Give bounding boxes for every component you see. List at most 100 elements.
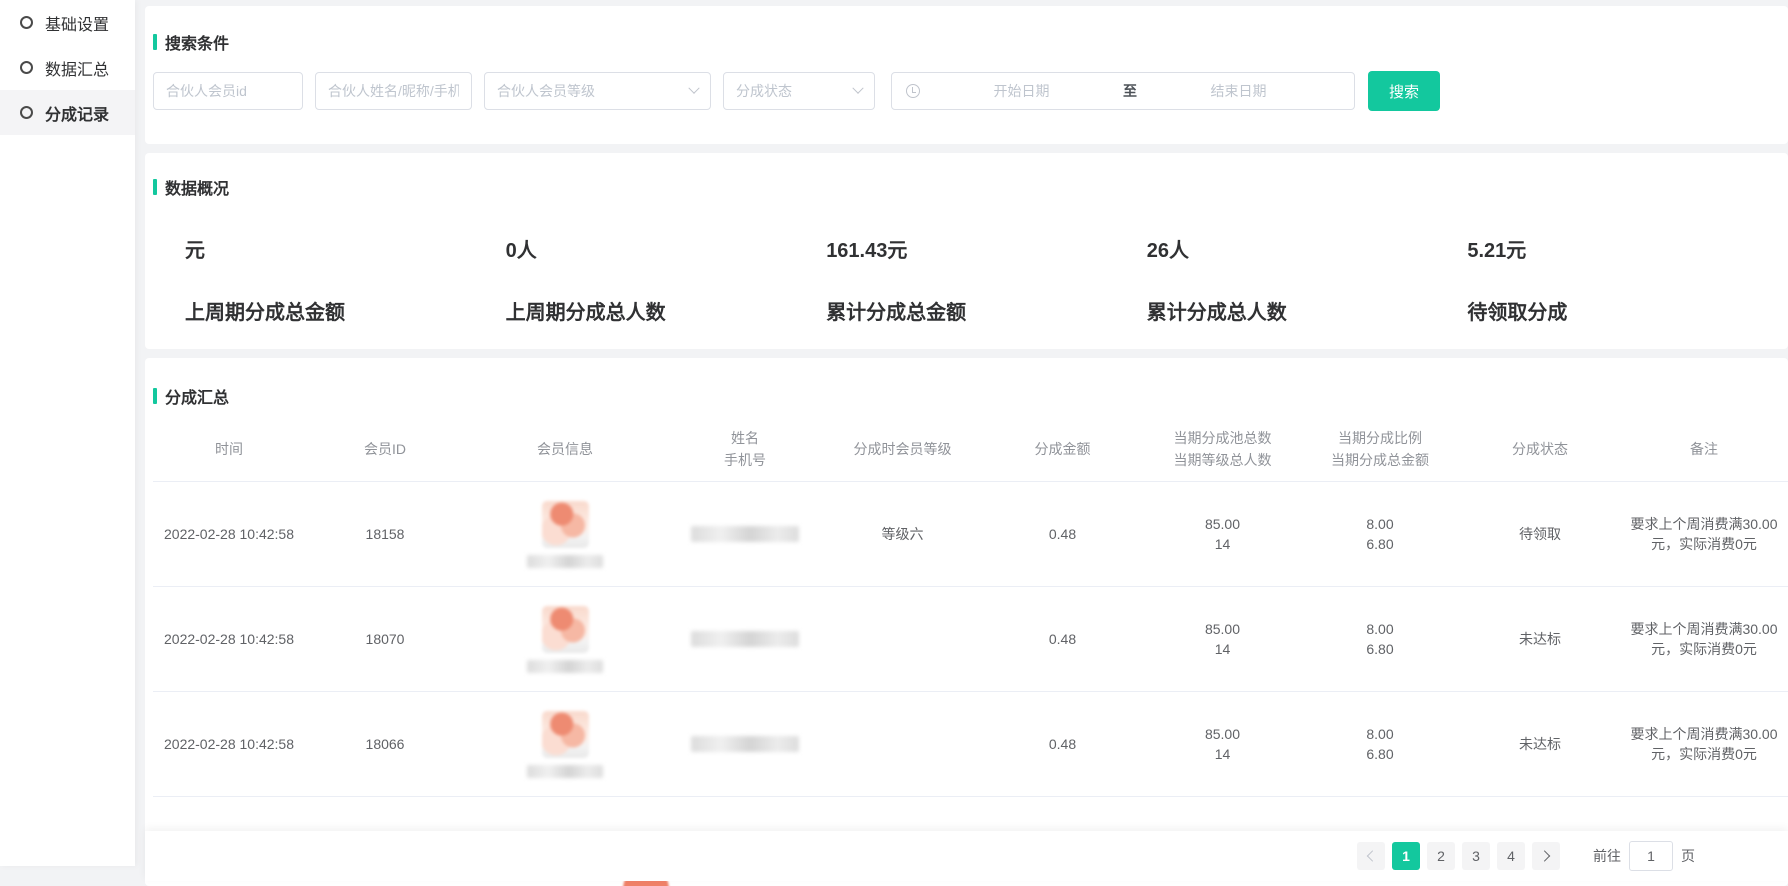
stat-label: 累计分成总人数 [1147,296,1468,325]
title-accent-bar [153,34,157,50]
chevron-right-icon [1539,850,1550,861]
header-member-info: 会员信息 [465,438,665,460]
ratio-amount: 6.80 [1300,639,1460,659]
commission-summary-panel: 分成汇总 时间 会员ID 会员信息 姓名 手机号 分成时会员等级 分成金额 当期… [145,358,1788,886]
goto-label: 前往 [1593,846,1621,866]
stat-value: 161.43元 [826,239,1147,263]
cell-status: 未达标 [1460,629,1620,649]
cell-member-id: 18158 [305,524,465,544]
stat-value: 26人 [1147,239,1468,263]
stat-total-amount: 161.43元 累计分成总金额 [826,239,1147,325]
table-row: 2022-02-28 10:42:58 18158 等级六 0.48 85.00… [153,482,1788,587]
date-separator: 至 [1123,81,1137,101]
pool-total: 85.00 [1145,514,1300,534]
header-line: 姓名 [665,427,825,449]
stat-pending-amount: 5.21元 待领取分成 [1467,239,1788,325]
search-panel-title: 搜索条件 [153,30,1788,54]
stat-label: 累计分成总金额 [826,296,1147,325]
partner-member-id-input[interactable] [153,72,303,110]
cell-member-id: 18070 [305,629,465,649]
member-nickname-blurred [527,765,603,778]
cell-member-info [465,711,665,778]
header-remark: 备注 [1620,438,1788,460]
pagination-page-2[interactable]: 2 [1427,842,1455,870]
commission-summary-title: 分成汇总 [153,384,1788,408]
stat-value: 0人 [506,239,827,263]
member-avatar-blurred [542,501,589,548]
member-name-blurred [691,526,799,542]
commission-summary-title-text: 分成汇总 [165,384,229,408]
header-status: 分成状态 [1460,438,1620,460]
chevron-down-icon [852,83,863,94]
title-accent-bar [153,179,157,195]
pagination-page-3[interactable]: 3 [1462,842,1490,870]
commission-status-select[interactable]: 分成状态 [723,72,875,110]
cell-member-info [465,606,665,673]
cell-time: 2022-02-28 10:42:58 [153,629,305,649]
header-line: 手机号 [665,449,825,471]
level-count: 14 [1145,639,1300,659]
level-count: 14 [1145,534,1300,554]
end-date-placeholder[interactable]: 结束日期 [1137,81,1340,101]
sidebar-item-label: 分成记录 [45,101,109,125]
cell-pool: 85.00 14 [1145,724,1300,764]
stat-last-period-amount: 元 上周期分成总金额 [185,239,506,325]
table-header-row: 时间 会员ID 会员信息 姓名 手机号 分成时会员等级 分成金额 当期分成池总数… [153,416,1788,482]
cell-name-phone [665,631,825,647]
table-row: 2022-02-28 10:42:58 18070 0.48 85.00 14 … [153,587,1788,692]
cell-remark: 要求上个周消费满30.00元，实际消费0元 [1620,724,1788,764]
pagination-bar: 1 2 3 4 前往 页 [145,831,1788,881]
stat-label: 上周期分成总人数 [506,296,827,325]
cell-status: 未达标 [1460,734,1620,754]
header-level: 分成时会员等级 [825,438,980,460]
sidebar-item-data-summary[interactable]: 数据汇总 [0,45,135,90]
ratio-percent: 8.00 [1300,724,1460,744]
partner-name-input[interactable] [315,72,472,110]
clock-icon [906,84,920,98]
cell-amount: 0.48 [980,734,1145,754]
page-unit-label: 页 [1681,846,1695,866]
cell-level: 等级六 [825,524,980,544]
pagination-goto: 前往 页 [1593,841,1695,871]
member-avatar-blurred [542,606,589,653]
commission-status-select-placeholder: 分成状态 [736,81,792,101]
member-name-blurred [691,631,799,647]
stat-label: 上周期分成总金额 [185,296,506,325]
search-panel-title-text: 搜索条件 [165,30,229,54]
sidebar-item-commission-records[interactable]: 分成记录 [0,90,135,135]
search-panel: 搜索条件 合伙人会员等级 分成状态 开始日期 至 结束日期 搜索 [145,6,1788,144]
partner-level-select-placeholder: 合伙人会员等级 [497,81,595,101]
member-name-blurred [691,736,799,752]
pagination-next-button[interactable] [1532,842,1560,870]
pagination-page-4[interactable]: 4 [1497,842,1525,870]
cell-time: 2022-02-28 10:42:58 [153,524,305,544]
cell-ratio: 8.00 6.80 [1300,619,1460,659]
search-button[interactable]: 搜索 [1368,71,1440,111]
sidebar-item-label: 数据汇总 [45,56,109,80]
pool-total: 85.00 [1145,724,1300,744]
sidebar-item-basic-settings[interactable]: 基础设置 [0,0,135,45]
pagination-prev-button[interactable] [1357,842,1385,870]
header-line: 当期分成比例 [1300,427,1460,449]
table-row: 2022-02-28 10:42:58 18066 0.48 85.00 14 … [153,692,1788,797]
cell-amount: 0.48 [980,524,1145,544]
cell-ratio: 8.00 6.80 [1300,724,1460,764]
stat-value: 元 [185,239,506,263]
start-date-placeholder[interactable]: 开始日期 [920,81,1123,101]
circle-outline-icon [20,61,33,74]
cell-time: 2022-02-28 10:42:58 [153,734,305,754]
search-filters: 合伙人会员等级 分成状态 开始日期 至 结束日期 搜索 [153,71,1788,111]
cell-remark: 要求上个周消费满30.00元，实际消费0元 [1620,514,1788,554]
cell-amount: 0.48 [980,629,1145,649]
data-overview-title-text: 数据概况 [165,175,229,199]
date-range-picker[interactable]: 开始日期 至 结束日期 [891,72,1355,110]
partner-level-select[interactable]: 合伙人会员等级 [484,72,711,110]
member-nickname-blurred [527,660,603,673]
cell-name-phone [665,736,825,752]
sidebar-item-label: 基础设置 [45,11,109,35]
pagination-page-1[interactable]: 1 [1392,842,1420,870]
header-line: 当期分成总金额 [1300,449,1460,471]
goto-page-input[interactable] [1629,841,1673,871]
header-amount: 分成金额 [980,438,1145,460]
title-accent-bar [153,388,157,404]
